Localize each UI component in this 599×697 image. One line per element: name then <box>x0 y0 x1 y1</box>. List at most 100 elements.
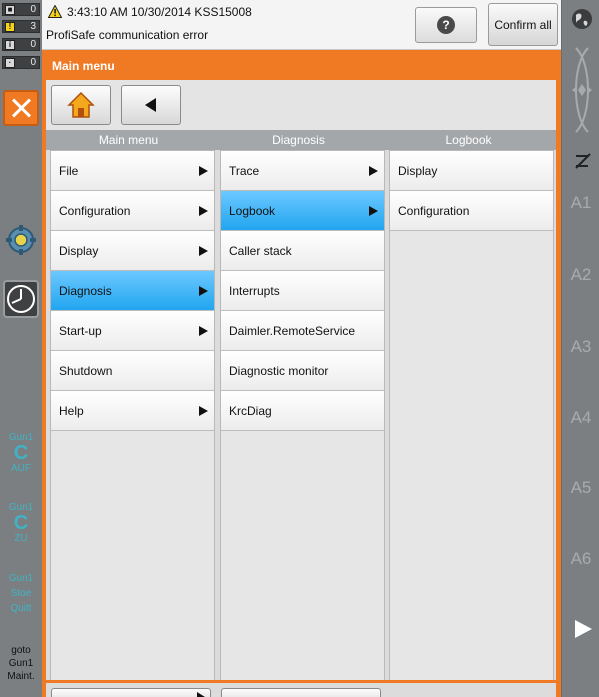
question-icon: ? <box>437 16 455 34</box>
menu-item-help[interactable]: Help <box>51 391 214 431</box>
goto-line: Maint. <box>7 671 35 682</box>
menu-item-label: Display <box>398 164 438 178</box>
menu-item-shutdown[interactable]: Shutdown <box>51 351 214 391</box>
menu-item-krcdiag[interactable]: KrcDiag <box>221 391 384 431</box>
menu-item-label: Start-up <box>59 324 102 338</box>
submenu-arrow-icon <box>199 326 208 336</box>
goto-line: Gun1 <box>8 658 34 669</box>
menu-column-diagnosis: Trace Logbook Caller stack Interrupts Da… <box>220 150 385 697</box>
goto-line: goto <box>11 645 31 656</box>
column-header-diagnosis: Diagnosis <box>272 133 325 147</box>
tech-key-gun1-stoe-quitt[interactable]: Gun1 Stoe Quitt <box>0 571 42 616</box>
menu-item-interrupts[interactable]: Interrupts <box>221 271 384 311</box>
axis-a6-label: A6 <box>570 549 592 568</box>
jog-rotate-icon[interactable] <box>566 40 598 140</box>
menu-item-label: Shutdown <box>59 364 113 378</box>
axis-a1-label: A1 <box>570 193 592 212</box>
panel-title: Main menu <box>52 59 115 73</box>
goto-maint-key[interactable]: goto Gun1 Maint. <box>0 644 42 683</box>
menu-item-label: Logbook <box>229 204 276 218</box>
close-menu-button[interactable] <box>3 90 39 126</box>
globe-icon[interactable] <box>571 8 593 30</box>
axis-a5-label: A5 <box>570 478 592 497</box>
column-header-main-menu: Main menu <box>98 133 159 147</box>
status-message-count: 0 <box>30 39 36 50</box>
left-status-bar: ■ 0 ! 3 i 0 · 0 Gun1 C AUF Gun1 C ZU Gun… <box>0 0 42 697</box>
menu-item-display[interactable]: Display <box>51 231 214 271</box>
wait-message-icon: · <box>5 58 15 68</box>
axis-a3-label: A3 <box>570 337 592 356</box>
menu-item-diagnosis[interactable]: Diagnosis <box>51 271 214 311</box>
gear-icon <box>6 225 36 255</box>
submenu-arrow-icon <box>369 166 378 176</box>
submenu-arrow-icon <box>199 166 208 176</box>
tech-key-bottom-label: ZU <box>14 533 28 544</box>
home-button[interactable] <box>51 85 111 125</box>
menu-item-logbook-display[interactable]: Display <box>390 151 553 191</box>
menu-item-label: Diagnostic monitor <box>229 364 329 378</box>
clock-button[interactable] <box>3 280 39 318</box>
help-button[interactable]: ? <box>415 7 477 43</box>
wait-message-counter[interactable]: · 0 <box>2 56 40 69</box>
main-menu-panel: Main menu Main menu Diagnosis Logbook Fi… <box>42 50 561 697</box>
menu-item-label: Help <box>59 404 84 418</box>
submenu-arrow-icon <box>199 406 208 416</box>
stop-message-count: 0 <box>30 4 36 15</box>
acknowledge-message-counter[interactable]: ! 3 <box>2 20 40 33</box>
tech-key-gun1-auf[interactable]: Gun1 C AUF <box>0 430 42 476</box>
message-window[interactable]: 3:43:10 AM 10/30/2014 KSS15008 ProfiSafe… <box>42 0 561 50</box>
tech-key-line: Quitt <box>10 603 32 614</box>
stop-message-counter[interactable]: ■ 0 <box>2 3 40 16</box>
axis-a4-label: A4 <box>570 408 592 427</box>
axis-a2-label: A2 <box>570 265 592 284</box>
home-icon <box>67 91 95 118</box>
tool-coordinate-icon[interactable] <box>572 150 594 172</box>
clock-icon <box>3 280 39 318</box>
menu-item-daimler-remoteservice[interactable]: Daimler.RemoteService <box>221 311 384 351</box>
menu-item-diagnostic-monitor[interactable]: Diagnostic monitor <box>221 351 384 391</box>
menu-item-label: File <box>59 164 79 178</box>
tech-key-gun1-zu[interactable]: Gun1 C ZU <box>0 500 42 546</box>
menu-item-file[interactable]: File <box>51 151 214 191</box>
submenu-arrow-icon <box>199 206 208 216</box>
tech-key-letter: C <box>13 512 29 534</box>
menu-item-label: Trace <box>229 164 260 178</box>
stop-message-icon: ■ <box>5 5 15 15</box>
column-headers: Main menu Diagnosis Logbook <box>46 130 556 150</box>
menu-item-label: Configuration <box>59 204 131 218</box>
menu-item-logbook-configuration[interactable]: Configuration <box>390 191 553 231</box>
menu-column-logbook: Display Configuration <box>389 150 554 697</box>
menu-navigation-bar <box>46 80 556 130</box>
status-message-counter[interactable]: i 0 <box>2 38 40 51</box>
submenu-arrow-icon <box>369 206 378 216</box>
menu-item-trace[interactable]: Trace <box>221 151 384 191</box>
menu-item-logbook[interactable]: Logbook <box>221 191 384 231</box>
back-button[interactable] <box>121 85 181 125</box>
menu-item-label: Daimler.RemoteService <box>229 324 356 338</box>
column-header-logbook: Logbook <box>445 133 492 147</box>
menu-item-label: Interrupts <box>229 284 280 298</box>
back-arrow-icon <box>145 98 156 112</box>
acknowledge-message-count: 3 <box>30 21 36 32</box>
bottom-menu-button-2[interactable] <box>221 688 381 697</box>
menu-item-start-up[interactable]: Start-up <box>51 311 214 351</box>
menu-item-configuration[interactable]: Configuration <box>51 191 214 231</box>
menu-item-label: Caller stack <box>229 244 292 258</box>
tech-key-line: Stoe <box>10 588 32 599</box>
menu-item-caller-stack[interactable]: Caller stack <box>221 231 384 271</box>
menu-item-label: Display <box>59 244 99 258</box>
menu-column-main: File Configuration Display Diagnosis Sta… <box>50 150 215 697</box>
robot-config-button[interactable] <box>4 224 38 256</box>
menu-area: Main menu Diagnosis Logbook File Configu… <box>46 80 556 697</box>
submenu-arrow-icon <box>199 286 208 296</box>
bottom-button-row <box>46 680 556 697</box>
wait-message-count: 0 <box>30 57 36 68</box>
bottom-menu-button-1[interactable] <box>51 688 211 697</box>
acknowledge-message-icon: ! <box>5 22 15 32</box>
menu-item-label: Diagnosis <box>59 284 112 298</box>
warning-icon <box>48 5 62 18</box>
submenu-arrow-icon <box>199 246 208 256</box>
play-icon[interactable] <box>572 618 594 640</box>
confirm-all-button[interactable]: Confirm all <box>488 3 558 46</box>
tech-key-line: Gun1 <box>8 573 34 584</box>
